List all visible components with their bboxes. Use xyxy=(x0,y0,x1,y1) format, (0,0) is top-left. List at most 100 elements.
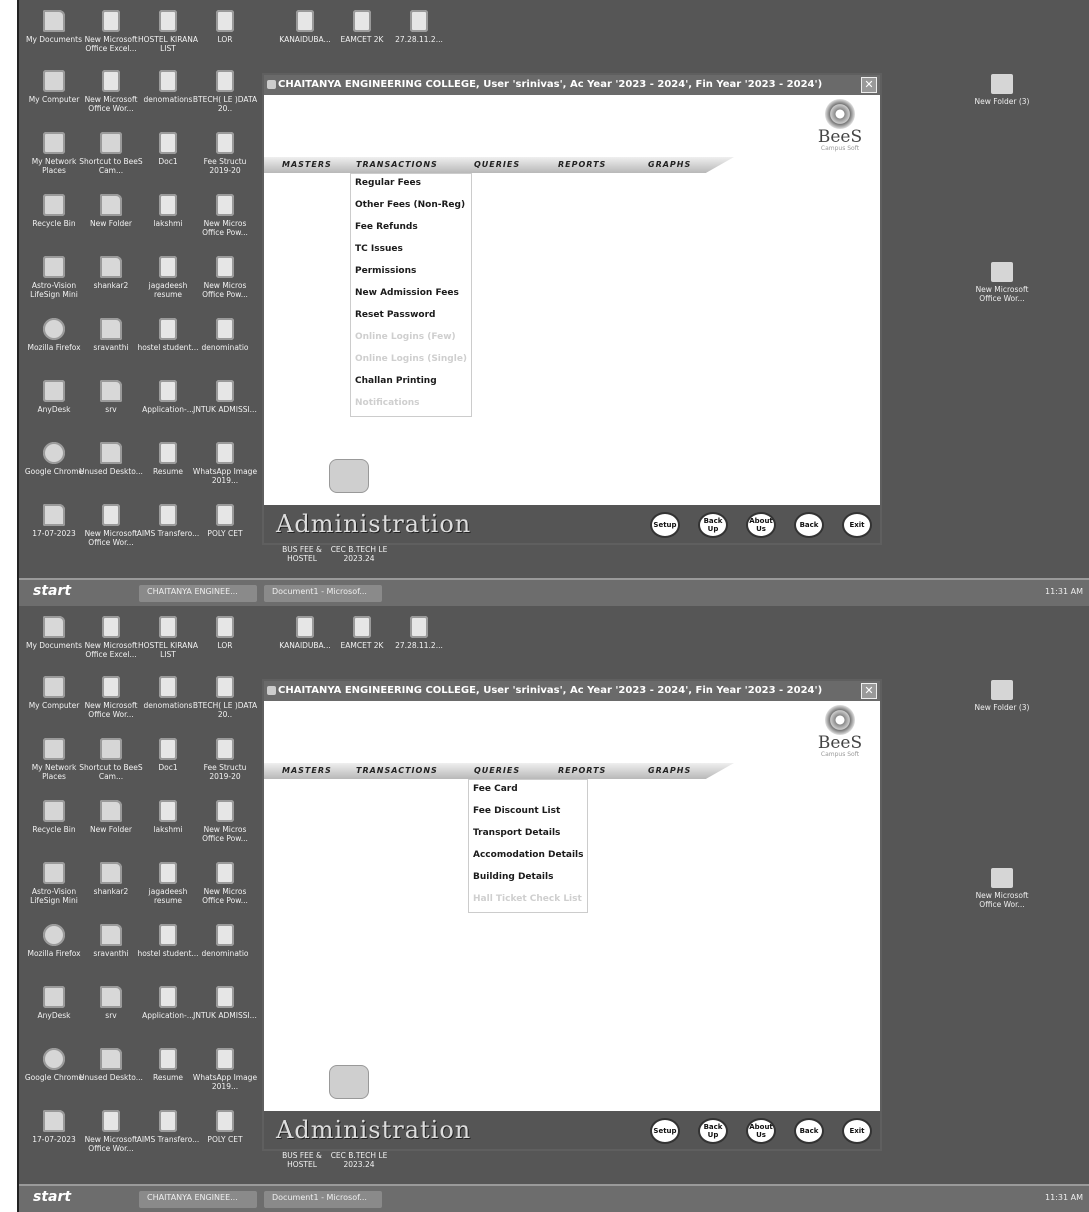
dropdown-item[interactable]: Accomodation Details xyxy=(469,846,587,868)
menu-queries[interactable]: QUERIES xyxy=(474,160,520,169)
desktop-icon-label: CEC B.TECH LE 2023.24 xyxy=(330,545,388,563)
document-icon xyxy=(216,194,234,216)
document-icon xyxy=(159,924,177,946)
dropdown-item[interactable]: Permissions xyxy=(351,262,471,284)
document-icon xyxy=(353,10,371,32)
close-button[interactable]: ✕ xyxy=(861,77,877,93)
desktop-icon[interactable]: New Micros Office Pow... xyxy=(192,194,258,237)
desktop-icon[interactable]: BTECH( LE )DATA 20.. xyxy=(192,676,258,719)
desktop-icon-label: POLY CET xyxy=(207,529,243,538)
backup-button[interactable]: Back Up xyxy=(698,1118,728,1144)
app-icon xyxy=(43,986,65,1008)
app-icon xyxy=(100,738,122,760)
desktop-icon-label: New Microsoft Office Wor... xyxy=(975,285,1029,303)
close-button[interactable]: ✕ xyxy=(861,683,877,699)
document-icon xyxy=(159,504,177,526)
dropdown-item[interactable]: Other Fees (Non-Reg) xyxy=(351,196,471,218)
folder-icon xyxy=(100,1048,122,1070)
exit-button[interactable]: Exit xyxy=(842,512,872,538)
desktop-icon[interactable]: New Microsoft Office Wor... xyxy=(969,868,1035,909)
taskbar-task[interactable]: CHAITANYA ENGINEE... xyxy=(139,1191,257,1208)
browser-icon xyxy=(43,318,65,340)
document-icon xyxy=(296,616,314,638)
start-button[interactable]: start xyxy=(33,583,71,599)
app-icon xyxy=(43,862,65,884)
dropdown-item[interactable]: Challan Printing xyxy=(351,372,471,394)
setup-button[interactable]: Setup xyxy=(650,1118,680,1144)
desktop-icon[interactable]: WhatsApp Image 2019... xyxy=(192,1048,258,1091)
menu-reports[interactable]: REPORTS xyxy=(558,160,606,169)
menu-masters[interactable]: MASTERS xyxy=(282,160,332,169)
folder-icon xyxy=(100,380,122,402)
desktop-icon-label: New Folder (3) xyxy=(974,703,1030,712)
desktop-icon[interactable]: denominatio xyxy=(192,924,258,958)
folder-icon xyxy=(100,194,122,216)
document-icon xyxy=(159,380,177,402)
menu-graphs[interactable]: GRAPHS xyxy=(648,766,691,775)
dropdown-item[interactable]: Fee Refunds xyxy=(351,218,471,240)
back-button[interactable]: Back xyxy=(794,512,824,538)
menu-queries[interactable]: QUERIES xyxy=(474,766,520,775)
desktop-icon[interactable]: LOR xyxy=(192,616,258,650)
document-icon xyxy=(216,1110,234,1132)
dropdown-item[interactable]: Building Details xyxy=(469,868,587,890)
desktop-icon[interactable]: New Folder (3) xyxy=(969,74,1035,106)
desktop-icon[interactable]: 27.28.11.2... xyxy=(386,10,452,44)
exit-button[interactable]: Exit xyxy=(842,1118,872,1144)
document-icon xyxy=(216,1048,234,1070)
document-icon xyxy=(102,676,120,698)
desktop-icon[interactable]: New Micros Office Pow... xyxy=(192,800,258,843)
about-button[interactable]: About Us xyxy=(746,512,776,538)
dropdown-item[interactable]: Regular Fees xyxy=(351,174,471,196)
flower-icon xyxy=(825,705,855,735)
desktop-icon-label: WhatsApp Image 2019... xyxy=(192,467,258,485)
taskbar-task[interactable]: Document1 - Microsof... xyxy=(264,585,382,602)
desktop-icon[interactable]: denominatio xyxy=(192,318,258,352)
taskbar-task[interactable]: CHAITANYA ENGINEE... xyxy=(139,585,257,602)
logo-text: BeeS xyxy=(817,733,863,753)
desktop-icon[interactable]: New Microsoft Office Wor... xyxy=(969,262,1035,303)
screenshot-transactions: My Documents New Microsoft Office Excel..… xyxy=(19,0,1089,606)
desktop-icon[interactable]: CEC B.TECH LE 2023.24 xyxy=(326,1151,392,1169)
dropdown-item[interactable]: New Admission Fees xyxy=(351,284,471,306)
folder-icon xyxy=(43,10,65,32)
dropdown-item[interactable]: Transport Details xyxy=(469,824,587,846)
desktop-icon[interactable]: POLY CET xyxy=(192,504,258,538)
desktop-icon[interactable]: 27.28.11.2... xyxy=(386,616,452,650)
desktop-icon[interactable]: New Folder (3) xyxy=(969,680,1035,712)
dropdown-item: Online Logins (Few) xyxy=(355,332,456,342)
dropdown-item[interactable]: Fee Card xyxy=(469,780,587,802)
menu-graphs[interactable]: GRAPHS xyxy=(648,160,691,169)
about-button[interactable]: About Us xyxy=(746,1118,776,1144)
menu-transactions[interactable]: TRANSACTIONS xyxy=(356,766,438,775)
backup-button[interactable]: Back Up xyxy=(698,512,728,538)
campus-graphic xyxy=(329,459,369,493)
desktop-icon[interactable]: JNTUK ADMISSI... xyxy=(192,986,258,1020)
desktop-icon[interactable]: BTECH( LE )DATA 20.. xyxy=(192,70,258,113)
desktop-icon-label: denominatio xyxy=(201,343,249,352)
app-icon xyxy=(267,80,276,89)
desktop-icon[interactable]: POLY CET xyxy=(192,1110,258,1144)
back-button[interactable]: Back xyxy=(794,1118,824,1144)
dropdown-item[interactable]: Fee Discount List xyxy=(469,802,587,824)
desktop-icon[interactable]: LOR xyxy=(192,10,258,44)
desktop-icon[interactable]: WhatsApp Image 2019... xyxy=(192,442,258,485)
dropdown-item[interactable]: Reset Password xyxy=(351,306,471,328)
document-icon xyxy=(159,1048,177,1070)
menu-masters[interactable]: MASTERS xyxy=(282,766,332,775)
taskbar-task[interactable]: Document1 - Microsof... xyxy=(264,1191,382,1208)
menu-reports[interactable]: REPORTS xyxy=(558,766,606,775)
setup-button[interactable]: Setup xyxy=(650,512,680,538)
browser-icon xyxy=(43,442,65,464)
desktop-icon[interactable]: JNTUK ADMISSI... xyxy=(192,380,258,414)
desktop-icon[interactable]: New Micros Office Pow... xyxy=(192,256,258,299)
desktop-icon[interactable]: CEC B.TECH LE 2023.24 xyxy=(326,545,392,563)
dropdown-item[interactable]: TC Issues xyxy=(351,240,471,262)
desktop-icon[interactable]: Fee Structu 2019-20 xyxy=(192,738,258,781)
document-icon xyxy=(102,10,120,32)
desktop-icon[interactable]: Fee Structu 2019-20 xyxy=(192,132,258,175)
start-button[interactable]: start xyxy=(33,1189,71,1205)
desktop-icon-label: LOR xyxy=(217,35,233,44)
menu-transactions[interactable]: TRANSACTIONS xyxy=(356,160,438,169)
desktop-icon[interactable]: New Micros Office Pow... xyxy=(192,862,258,905)
